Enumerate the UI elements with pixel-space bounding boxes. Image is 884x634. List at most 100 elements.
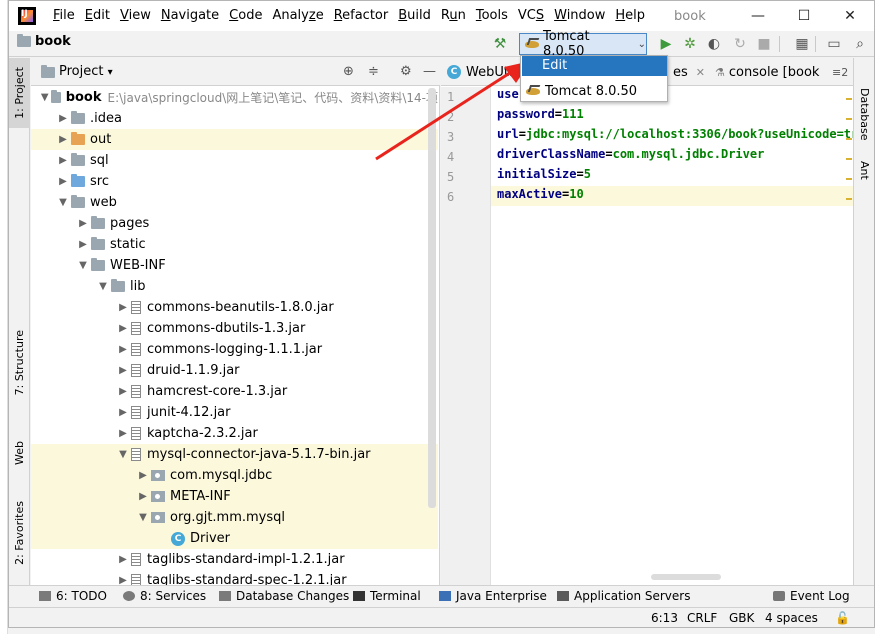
tree-node[interactable]: ▶ static	[31, 234, 438, 255]
chevron-right-icon[interactable]: ▶	[115, 302, 131, 313]
tree-node[interactable]: ▶ hamcrest-core-1.3.jar	[31, 381, 438, 402]
menu-edit[interactable]: Edit	[80, 1, 115, 31]
breadcrumb[interactable]: book	[17, 34, 71, 49]
tool-window-database-changes[interactable]: Database Changes	[219, 589, 349, 603]
tool-window-application-servers[interactable]: Application Servers	[557, 589, 690, 603]
indent-setting[interactable]: 4 spaces	[765, 611, 818, 625]
tab-properties[interactable]: es ✕	[673, 58, 705, 86]
project-structure-icon[interactable]: ▦	[793, 35, 811, 53]
tree-node[interactable]: ▶ commons-logging-1.1.1.jar	[31, 339, 438, 360]
error-stripe-mark[interactable]	[846, 118, 852, 120]
tomcat-config-item[interactable]: Tomcat 8.0.50	[525, 82, 637, 100]
tree-node[interactable]: ▶ META-INF	[31, 486, 438, 507]
chevron-right-icon[interactable]: ▶	[135, 491, 151, 502]
tree-node[interactable]: ▶ junit-4.12.jar	[31, 402, 438, 423]
tree-node[interactable]: ▼ lib	[31, 276, 438, 297]
tool-tab-structure[interactable]: 7: Structure	[9, 328, 30, 398]
menu-window[interactable]: Window	[549, 1, 610, 31]
menu-build[interactable]: Build	[393, 1, 436, 31]
chevron-right-icon[interactable]: ▶	[75, 218, 91, 229]
coverage-icon[interactable]: ◐	[705, 35, 723, 53]
chevron-down-icon[interactable]: ▼	[135, 512, 151, 523]
menu-view[interactable]: View	[115, 1, 156, 31]
tree-node[interactable]: ▶ src	[31, 171, 438, 192]
chevron-right-icon[interactable]: ▶	[135, 470, 151, 481]
run-icon[interactable]: ▶	[657, 35, 675, 53]
line-separator[interactable]: CRLF	[687, 611, 717, 625]
tool-window-java-enterprise[interactable]: Java Enterprise	[439, 589, 547, 603]
tool-window-todo[interactable]: 6: TODO	[39, 589, 107, 603]
menu-refactor[interactable]: Refactor	[329, 1, 394, 31]
tool-window-terminal[interactable]: Terminal	[353, 589, 421, 603]
error-stripe-mark[interactable]	[846, 198, 852, 200]
chevron-right-icon[interactable]: ▶	[55, 134, 71, 145]
menu-analyze[interactable]: Analyze	[267, 1, 328, 31]
edit-configurations-item[interactable]: Edit Configurations...	[522, 56, 667, 93]
lock-icon[interactable]: 🔓	[835, 611, 850, 625]
chevron-right-icon[interactable]: ▶	[55, 113, 71, 124]
file-encoding[interactable]: GBK	[729, 611, 754, 625]
tree-node[interactable]: ▶ druid-1.1.9.jar	[31, 360, 438, 381]
chevron-right-icon[interactable]: ▶	[115, 428, 131, 439]
caret-position[interactable]: 6:13	[651, 611, 678, 625]
chevron-down-icon[interactable]: ▼	[115, 449, 131, 460]
chevron-right-icon[interactable]: ▶	[115, 386, 131, 397]
tool-tab-project[interactable]: 1: Project	[9, 58, 30, 128]
more-tabs-button[interactable]: ≡2	[832, 58, 848, 86]
maximize-button[interactable]: ☐	[781, 1, 827, 31]
chevron-right-icon[interactable]: ▶	[115, 344, 131, 355]
chevron-right-icon[interactable]: ▶	[115, 554, 131, 565]
tool-tab-database[interactable]: Database	[854, 84, 875, 144]
presentation-icon[interactable]: ▭	[825, 35, 843, 53]
chevron-right-icon[interactable]: ▶	[75, 239, 91, 250]
menu-code[interactable]: Code	[224, 1, 267, 31]
menu-vcs[interactable]: VCS	[513, 1, 549, 31]
chevron-right-icon[interactable]: ▶	[115, 323, 131, 334]
minimize-button[interactable]: —	[735, 1, 781, 31]
chevron-down-icon[interactable]: ▼	[95, 281, 111, 292]
code-line[interactable]: initialSize=5	[497, 167, 591, 187]
menu-tools[interactable]: Tools	[471, 1, 513, 31]
chevron-down-icon[interactable]: ▼	[55, 197, 71, 208]
code-line[interactable]: maxActive=10	[497, 187, 584, 207]
search-icon[interactable]: ⌕	[851, 35, 869, 53]
close-tab-icon[interactable]: ✕	[696, 66, 705, 79]
menu-run[interactable]: Run	[436, 1, 471, 31]
chevron-right-icon[interactable]: ▶	[115, 407, 131, 418]
tree-node[interactable]: C Driver	[31, 528, 438, 549]
tool-tab-ant[interactable]: Ant	[854, 150, 875, 190]
locate-target-icon[interactable]: ⊕	[343, 64, 354, 79]
error-stripe-mark[interactable]	[846, 178, 852, 180]
debug-bug-icon[interactable]: ✲	[681, 35, 699, 53]
tree-node[interactable]: ▶ taglibs-standard-spec-1.2.1.jar	[31, 570, 438, 585]
editor-horizontal-scrollbar[interactable]	[651, 574, 721, 580]
run-configuration-selector[interactable]: Tomcat 8.0.50 ⌄	[519, 29, 647, 59]
close-button[interactable]: ✕	[827, 1, 873, 31]
menu-help[interactable]: Help	[610, 1, 650, 31]
tab-console[interactable]: ⚗ console [book	[715, 58, 819, 86]
chevron-right-icon[interactable]: ▶	[55, 176, 71, 187]
menu-file[interactable]: File	[48, 1, 80, 31]
profile-icon[interactable]: ↻	[731, 35, 749, 53]
tool-tab-favorites[interactable]: 2: Favorites	[9, 488, 30, 578]
tree-node[interactable]: ▼ web	[31, 192, 438, 213]
build-hammer-icon[interactable]: ⚒	[491, 35, 509, 53]
code-line[interactable]: url=jdbc:mysql://localhost:3306/book?use…	[497, 127, 873, 147]
error-stripe-mark[interactable]	[846, 98, 852, 100]
tree-node[interactable]: ▶ commons-dbutils-1.3.jar	[31, 318, 438, 339]
chevron-right-icon[interactable]: ▶	[55, 155, 71, 166]
chevron-right-icon[interactable]: ▶	[115, 365, 131, 376]
tree-node[interactable]: ▶ pages	[31, 213, 438, 234]
error-stripe-mark[interactable]	[846, 138, 852, 140]
project-view-selector[interactable]: Project ▾	[59, 64, 113, 79]
tree-node[interactable]: ▶ commons-beanutils-1.8.0.jar	[31, 297, 438, 318]
tree-node[interactable]: ▼ mysql-connector-java-5.1.7-bin.jar	[31, 444, 438, 465]
tree-node[interactable]: ▼ org.gjt.mm.mysql	[31, 507, 438, 528]
chevron-down-icon[interactable]: ▼	[39, 92, 51, 103]
code-line[interactable]: driverClassName=com.mysql.jdbc.Driver	[497, 147, 764, 167]
stop-icon[interactable]: ■	[755, 35, 773, 53]
tree-node[interactable]: ▶ taglibs-standard-impl-1.2.1.jar	[31, 549, 438, 570]
tool-window-event-log[interactable]: Event Log	[773, 589, 850, 603]
chevron-down-icon[interactable]: ▼	[75, 260, 91, 271]
tool-tab-web[interactable]: Web	[9, 428, 30, 478]
